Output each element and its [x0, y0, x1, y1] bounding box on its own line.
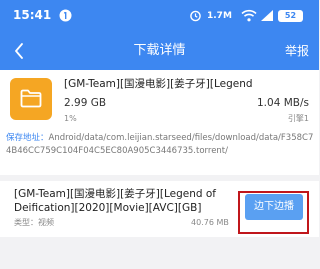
file-size: 40.76 MB — [191, 218, 229, 227]
network-speed: 1.7M — [207, 11, 232, 21]
file-name: [GM-Team][国漫电影][姜子牙][Legend of Deificati… — [14, 188, 216, 214]
notification-icon — [59, 9, 72, 22]
play-while-downloading-button[interactable]: 边下边播 — [245, 194, 303, 220]
task-card[interactable]: [GM-Team][国漫电影][姜子牙][Legend 2.99 GB 1.04… — [0, 70, 319, 175]
report-button[interactable]: 举报 — [285, 42, 309, 60]
task-name: [GM-Team][国漫电影][姜子牙][Legend — [64, 78, 253, 90]
save-path-label: 保存地址： — [6, 133, 49, 143]
save-path: 保存地址：Android/data/com.leijian.starseed/f… — [6, 132, 314, 157]
app-header: 下载详情 举报 — [0, 32, 319, 70]
file-list-item[interactable]: [GM-Team][国漫电影][姜子牙][Legend of Deificati… — [0, 181, 319, 237]
download-speed: 1.04 MB/s — [257, 97, 309, 109]
alarm-icon — [190, 10, 201, 22]
status-time: 15:41 — [13, 8, 52, 22]
cell-signal-icon — [261, 10, 273, 21]
page-title: 下载详情 — [133, 43, 186, 58]
wifi-icon — [241, 9, 257, 22]
file-type: 类型：视频 — [14, 218, 54, 227]
progress-percent: 1% — [64, 114, 77, 123]
folder-icon — [10, 78, 52, 120]
battery-indicator: 52 — [278, 10, 303, 22]
save-path-value: Android/data/com.leijian.starseed/files/… — [6, 133, 314, 156]
task-size: 2.99 GB — [64, 97, 107, 109]
engine-count: 引擎1 — [287, 114, 309, 123]
status-bar: 15:41 1.7M 52 — [0, 0, 319, 32]
